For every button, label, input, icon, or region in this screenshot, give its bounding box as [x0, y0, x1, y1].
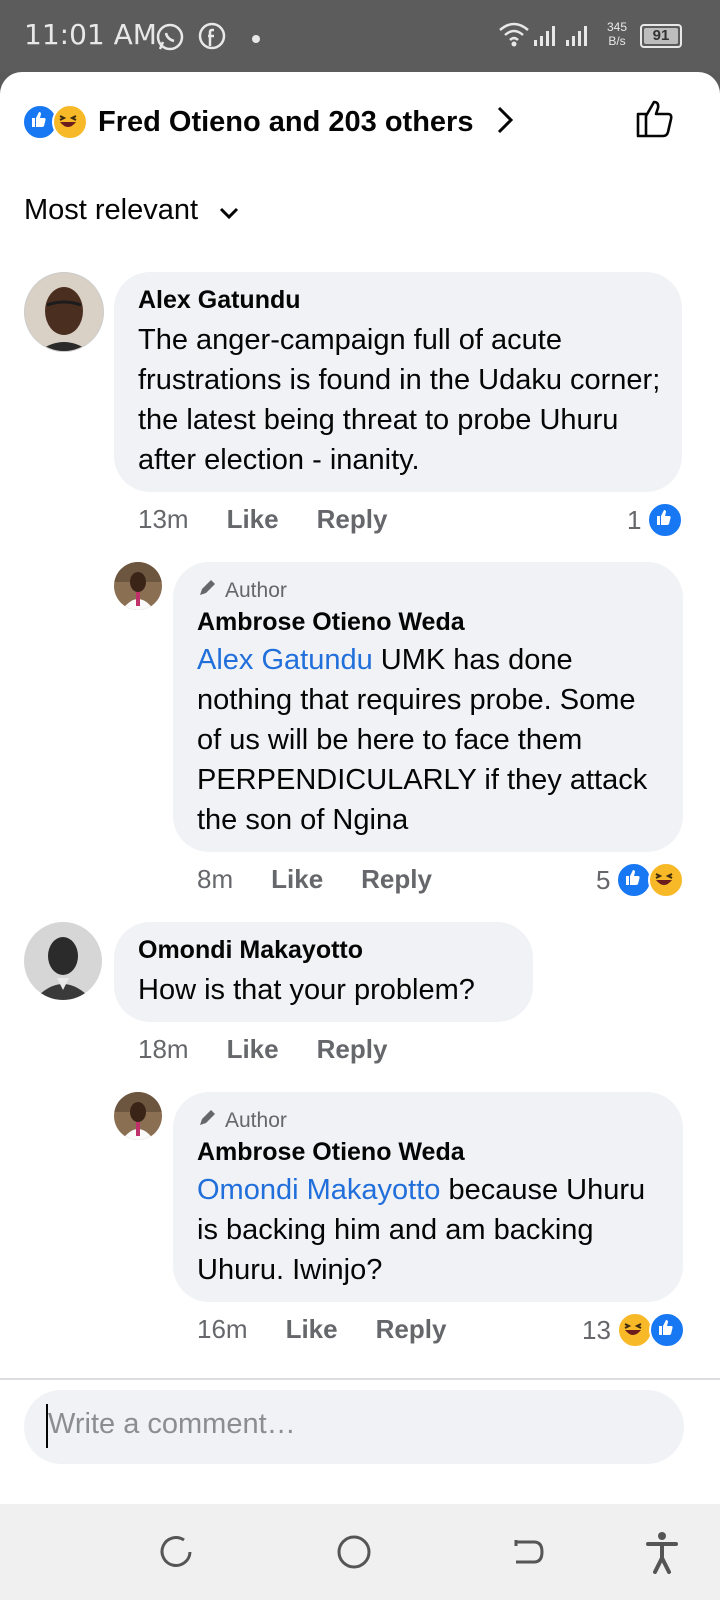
- comment-actions: 13m Like Reply: [138, 504, 425, 535]
- author-badge: Author: [197, 1108, 287, 1134]
- sort-dropdown[interactable]: Most relevant: [24, 194, 240, 228]
- reaction-count: 5: [596, 864, 611, 895]
- comment-reactions[interactable]: 1: [627, 502, 684, 538]
- comment-text: The anger-campaign full of acute frustra…: [138, 324, 661, 476]
- comment-time: 18m: [138, 1034, 189, 1064]
- wifi-icon: [498, 20, 530, 53]
- like-button[interactable]: Like: [227, 504, 279, 534]
- reply-button[interactable]: Reply: [317, 1034, 388, 1064]
- whatsapp-icon: [155, 22, 185, 57]
- comment-composer: Write a comment…: [0, 1378, 720, 1476]
- comment-actions: 16m Like Reply: [197, 1314, 484, 1345]
- comment-bubble[interactable]: Alex Gatundu The anger-campaign full of …: [114, 272, 682, 492]
- network-speed: 345 B/s: [607, 20, 627, 48]
- sort-label: Most relevant: [24, 194, 199, 226]
- comment-time: 8m: [197, 864, 234, 894]
- comment-text: How is that your problem?: [138, 974, 475, 1006]
- comment-bubble[interactable]: Omondi Makayotto How is that your proble…: [114, 922, 533, 1022]
- reply-button[interactable]: Reply: [376, 1314, 447, 1344]
- chevron-down-icon: [218, 195, 240, 227]
- reply-bubble[interactable]: Author Ambrose Otieno Weda Omondi Makayo…: [173, 1092, 683, 1302]
- chevron-right-icon: [495, 104, 515, 141]
- comment-author-name[interactable]: Ambrose Otieno Weda: [197, 1138, 465, 1167]
- comment-reactions[interactable]: 13: [582, 1312, 685, 1348]
- like-reaction-icon: [616, 862, 653, 898]
- status-time: 11:01 AM: [24, 18, 157, 51]
- like-reaction-icon: [647, 502, 684, 538]
- haha-reaction-icon: [648, 862, 685, 898]
- comments-sheet: Fred Otieno and 203 others Most relevant…: [0, 72, 720, 1504]
- reactions-summary[interactable]: Fred Otieno and 203 others: [22, 100, 515, 144]
- comment-input-placeholder: Write a comment…: [48, 1408, 296, 1440]
- like-post-button[interactable]: [634, 96, 678, 145]
- battery-level: 91: [652, 27, 670, 44]
- author-label: Author: [225, 579, 287, 602]
- recent-apps-button[interactable]: [158, 1534, 194, 1575]
- author-badge: Author: [197, 578, 287, 604]
- mention-link[interactable]: Alex Gatundu: [197, 644, 373, 676]
- comment-time: 16m: [197, 1314, 248, 1344]
- avatar-omondi-makayotto[interactable]: [24, 922, 102, 1000]
- comment-author-name[interactable]: Omondi Makayotto: [138, 936, 363, 965]
- reply-button[interactable]: Reply: [361, 864, 432, 894]
- system-nav-bar: [0, 1504, 720, 1600]
- back-button[interactable]: [510, 1534, 546, 1575]
- reaction-count: 1: [627, 504, 642, 535]
- haha-reaction-icon: [52, 104, 88, 140]
- reply-button[interactable]: Reply: [317, 504, 388, 534]
- notification-dot-icon: [251, 31, 261, 49]
- comment-actions: 8m Like Reply: [197, 864, 470, 895]
- comment-reactions[interactable]: 5: [596, 862, 685, 898]
- reaction-count: 13: [582, 1314, 611, 1345]
- like-button[interactable]: Like: [227, 1034, 279, 1064]
- like-button[interactable]: Like: [271, 864, 323, 894]
- battery-icon: 91: [640, 24, 682, 48]
- comment-author-name[interactable]: Alex Gatundu: [138, 286, 301, 315]
- pencil-icon: [197, 1108, 217, 1134]
- comment-actions: 18m Like Reply: [138, 1034, 425, 1065]
- haha-reaction-icon: [616, 1312, 653, 1348]
- author-label: Author: [225, 1109, 287, 1132]
- status-bar: 11:01 AM 345 B/s 91: [0, 0, 720, 72]
- avatar-ambrose-otieno-weda[interactable]: [114, 1092, 162, 1140]
- comment-input[interactable]: Write a comment…: [24, 1390, 684, 1464]
- accessibility-icon[interactable]: [644, 1530, 680, 1579]
- reactions-summary-label: Fred Otieno and 203 others: [98, 105, 474, 138]
- signal-icon: [532, 22, 596, 53]
- like-button[interactable]: Like: [286, 1314, 338, 1344]
- network-speed-value: 345: [607, 20, 628, 34]
- facebook-icon: [198, 22, 226, 55]
- comment-author-name[interactable]: Ambrose Otieno Weda: [197, 608, 465, 637]
- home-button[interactable]: [334, 1532, 374, 1577]
- reply-bubble[interactable]: Author Ambrose Otieno Weda Alex Gatundu …: [173, 562, 683, 852]
- like-reaction-icon: [648, 1312, 685, 1348]
- comment-text: Alex Gatundu UMK has done nothing that r…: [197, 640, 667, 840]
- mention-link[interactable]: Omondi Makayotto: [197, 1174, 440, 1206]
- avatar-ambrose-otieno-weda[interactable]: [114, 562, 162, 610]
- comment-time: 13m: [138, 504, 189, 534]
- comment-text: Omondi Makayotto because Uhuru is backin…: [197, 1170, 667, 1290]
- network-speed-unit: B/s: [608, 34, 626, 48]
- pencil-icon: [197, 578, 217, 604]
- avatar-alex-gatundu[interactable]: [24, 272, 104, 352]
